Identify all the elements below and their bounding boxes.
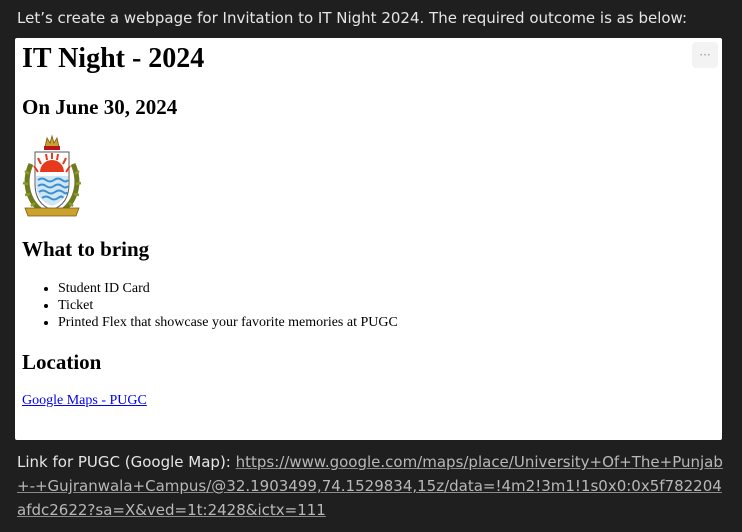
google-maps-link[interactable]: Google Maps - PUGC (22, 392, 147, 409)
html-preview: ··· IT Night - 2024 On June 30, 2024 Wha… (15, 38, 722, 440)
event-date: On June 30, 2024 (22, 95, 178, 119)
list-item: Student ID Card (58, 280, 398, 297)
more-icon: ··· (699, 48, 711, 62)
list-item: Ticket (58, 297, 398, 314)
location-heading: Location (22, 350, 102, 374)
list-item: Printed Flex that showcase your favorite… (58, 314, 398, 331)
footer-label: Link for PUGC (Google Map): (17, 453, 236, 471)
what-to-bring-heading: What to bring (22, 237, 150, 261)
university-crest-logo-icon (22, 134, 82, 217)
intro-text: Let’s create a webpage for Invitation to… (17, 9, 688, 27)
page-title: IT Night - 2024 (22, 43, 205, 74)
bring-list: Student ID Card Ticket Printed Flex that… (15, 280, 398, 331)
preview-options-button[interactable]: ··· (692, 42, 718, 68)
footer-text: Link for PUGC (Google Map): https://www.… (17, 450, 729, 522)
